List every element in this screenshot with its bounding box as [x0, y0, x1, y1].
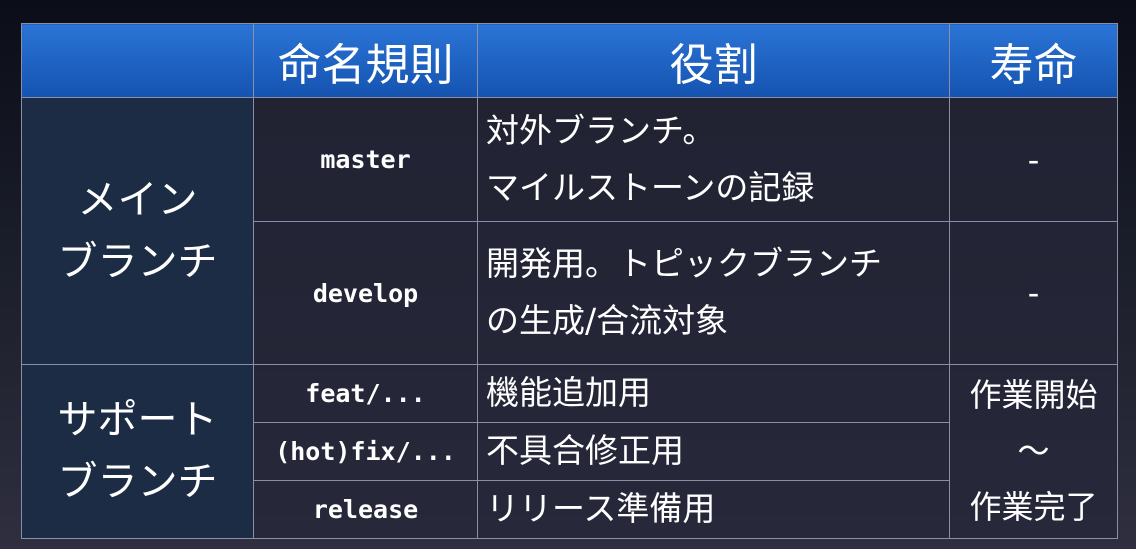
lifetime-support-line3: 作業完了 — [969, 488, 1098, 527]
role-feat: 機能追加用 — [477, 363, 950, 423]
lifetime-support: 作業開始 〜 作業完了 — [949, 363, 1118, 540]
header-row: 命名規則 役割 寿命 — [21, 22, 1118, 99]
group-support-branch: サポート ブランチ — [21, 363, 254, 540]
branch-name-feat: feat/... — [253, 363, 478, 423]
group-main-branch: メイン ブランチ — [21, 97, 254, 365]
branch-name-hotfix: (hot)fix/... — [253, 421, 478, 481]
header-group — [21, 22, 254, 99]
group-support-line2: ブランチ — [57, 459, 218, 506]
header-role: 役割 — [477, 22, 950, 99]
role-master-line2: マイルストーンの記録 — [486, 167, 815, 207]
role-develop-line1: 開発用。トピックブランチ — [486, 244, 882, 284]
role-release: リリース準備用 — [477, 479, 950, 540]
group-main-line1: メイン — [77, 176, 198, 223]
branch-name-master: master — [253, 97, 478, 223]
role-master: 対外ブランチ。 マイルストーンの記録 — [477, 97, 950, 223]
lifetime-master: - — [949, 97, 1118, 223]
role-develop-line2: の生成/合流対象 — [486, 301, 729, 340]
header-naming-rule: 命名規則 — [253, 22, 478, 99]
branch-name-release: release — [253, 479, 478, 540]
table-row-feat: サポート ブランチ feat/... 機能追加用 作業開始 〜 作業完了 — [21, 363, 1118, 540]
role-hotfix: 不具合修正用 — [477, 421, 950, 481]
branch-name-develop: develop — [253, 221, 478, 365]
group-main-line2: ブランチ — [57, 238, 218, 285]
lifetime-support-line2: 〜 — [1017, 432, 1050, 471]
group-support-line1: サポート — [57, 397, 218, 444]
role-develop: 開発用。トピックブランチ の生成/合流対象 — [477, 221, 950, 365]
table-row-master: メイン ブランチ master 対外ブランチ。 マイルストーンの記録 - — [21, 97, 1118, 365]
lifetime-develop: - — [949, 221, 1118, 365]
header-lifetime: 寿命 — [949, 22, 1118, 99]
role-master-line1: 対外ブランチ。 — [486, 111, 716, 150]
lifetime-support-line1: 作業開始 — [969, 376, 1098, 415]
branch-strategy-table: 命名規則 役割 寿命 メイン ブランチ master 対外ブランチ。 マイルスト… — [21, 22, 1118, 540]
